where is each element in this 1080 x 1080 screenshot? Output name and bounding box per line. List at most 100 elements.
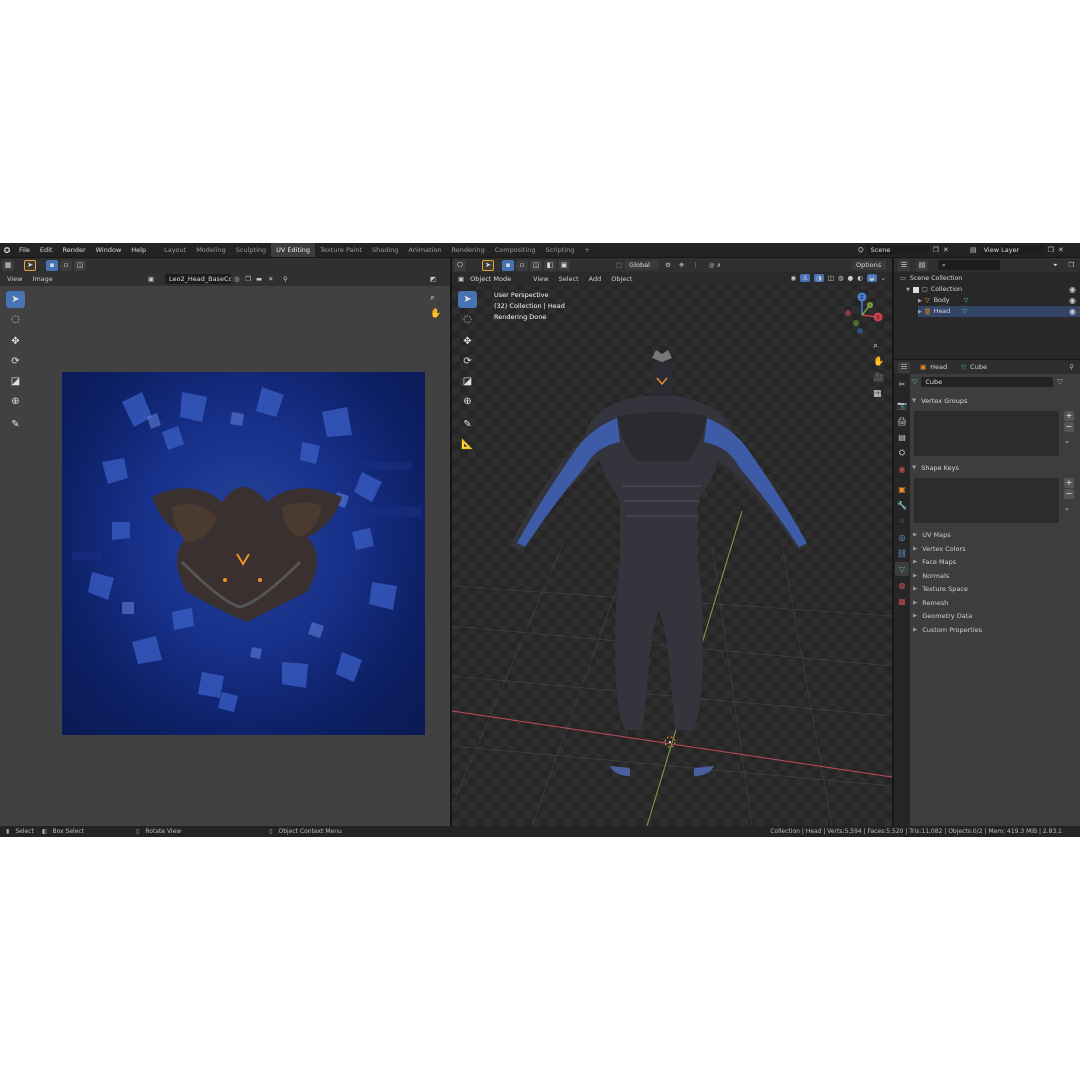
tab-modeling[interactable]: Modeling [191,243,231,257]
menu-help[interactable]: Help [126,243,151,257]
blender-logo-icon[interactable]: ✪ [0,246,14,255]
select-tool-icon[interactable]: ➤ [24,259,36,271]
delete-view-layer-icon[interactable]: ✕ [1058,246,1064,254]
world-tab-icon[interactable]: ◉ [895,462,909,476]
select-invert-icon[interactable]: ◧ [544,259,556,271]
vertex-group-add-button[interactable]: + [1064,411,1074,421]
uv-texture-image[interactable] [62,372,425,735]
display-channels-icon[interactable]: ◩ [430,275,436,283]
solid-shading-icon[interactable]: ● [848,274,854,282]
new-image-icon[interactable]: ❐ [245,275,251,283]
tab-layout[interactable]: Layout [159,243,191,257]
pan-hand-icon[interactable]: ✋ [430,309,441,319]
normals-panel[interactable]: ▶ Normals [913,569,949,582]
material-tab-icon[interactable]: ◍ [895,578,909,592]
add-workspace-button[interactable]: + [579,243,594,257]
new-view-layer-icon[interactable]: ❐ [1048,246,1054,254]
ortho-toggle-icon[interactable]: ▦ [873,389,882,399]
outliner-item-body[interactable]: ▶ ▽ Body ▽ ◉ [918,295,1080,306]
image-name-field[interactable]: Leo2_Head_BaseCol... [165,274,231,284]
tab-rendering[interactable]: Rendering [447,243,490,257]
uv-menu-image[interactable]: Image [29,272,55,286]
gizmo-toggle-icon[interactable]: ⚓ [800,274,811,282]
geometry-data-panel[interactable]: ▶ Geometry Data [913,609,972,622]
menu-render[interactable]: Render [57,243,90,257]
snap-target-icon[interactable]: ⋮ [692,261,699,269]
properties-editor-icon[interactable]: ☷ [898,361,910,373]
vertex-select-icon[interactable]: ▪ [46,259,58,271]
scale-icon[interactable]: ◪ [6,373,25,390]
wireframe-shading-icon[interactable]: ◍ [838,274,844,282]
new-collection-icon[interactable]: ❐ [1068,261,1074,269]
collection-visibility-icon[interactable]: ◉ [1069,285,1076,294]
mesh-data-tab-icon[interactable]: ▽ [895,562,909,576]
zoom-icon[interactable]: ⌕ [430,293,435,303]
cursor-tool-icon[interactable]: ➤ [6,291,25,308]
shape-keys-list[interactable] [914,478,1059,523]
select-extend-icon[interactable]: ▫ [516,259,528,271]
select-intersect-icon[interactable]: ▣ [558,259,570,271]
modifier-tab-icon[interactable]: 🔧 [895,498,909,512]
render-tab-icon[interactable]: 📷 [895,398,909,412]
editor-type-icon[interactable]: ▦ [2,259,14,271]
object-mode-dropdown[interactable]: Object Mode [466,274,524,284]
uv-maps-panel[interactable]: ▶ UV Maps [913,528,951,541]
properties-pin-icon[interactable]: ⚲ [1069,363,1074,371]
navigation-gizmo[interactable]: X Y Z [840,291,886,337]
overlay-toggle-icon[interactable]: ◑ [814,274,824,282]
outliner-scene-collection[interactable]: ▭ Scene Collection [900,273,1080,284]
shape-key-add-button[interactable]: + [1064,478,1074,488]
tab-sculpting[interactable]: Sculpting [231,243,271,257]
menu-file[interactable]: File [14,243,35,257]
material-shading-icon[interactable]: ◐ [857,274,863,282]
new-scene-icon[interactable]: ❐ [933,246,939,254]
scene-selector[interactable]: Scene [866,245,929,255]
viewport-select-tool-icon[interactable]: ➤ [482,259,494,271]
mesh-fake-user-icon[interactable]: ⛉ [1057,378,1062,387]
mesh-name-field[interactable]: Cube [921,377,1054,387]
edge-select-icon[interactable]: ▫ [60,259,72,271]
options-dropdown[interactable]: Options [852,260,886,270]
viewport-editor-type-icon[interactable]: ⎔ [454,259,466,271]
outliner-display-mode-icon[interactable]: ▤ [916,259,928,271]
move-icon[interactable]: ✥ [6,333,25,350]
face-select-icon[interactable]: ◫ [74,259,86,271]
physics-tab-icon[interactable]: ◎ [895,530,909,544]
texture-space-panel[interactable]: ▶ Texture Space [913,582,968,595]
vertex-group-remove-button[interactable]: − [1064,422,1074,432]
tool-tab-icon[interactable]: ✂ [895,377,909,391]
snap-icon[interactable]: ⎈ [679,261,684,270]
tab-scripting[interactable]: Scripting [541,243,580,257]
vertex-groups-list[interactable] [914,411,1059,456]
proportional-edit-icon[interactable]: ◎ ∧ [709,261,722,269]
texture-tab-icon[interactable]: ▦ [895,594,909,608]
remesh-panel[interactable]: ▶ Remesh [913,596,948,609]
tab-compositing[interactable]: Compositing [490,243,541,257]
image-browse-icon[interactable]: ▣ [148,275,154,283]
menu-window[interactable]: Window [91,243,127,257]
transform-orientation-dropdown[interactable]: Global [625,260,660,270]
tab-shading[interactable]: Shading [367,243,403,257]
viewport-cursor-tool-icon[interactable]: ◌ [458,311,477,328]
outliner-collection[interactable]: ▼ ▢ Collection ◉ [906,284,1080,295]
face-maps-panel[interactable]: ▶ Face Maps [913,555,956,568]
vertex-group-menu-icon[interactable]: ⌄ [1064,437,1070,445]
fake-user-icon[interactable]: ◎ [234,275,240,283]
head-visibility-icon[interactable]: ◉ [1069,307,1076,316]
rotate-icon[interactable]: ⟳ [6,353,25,370]
constraints-tab-icon[interactable]: ⛓ [895,546,909,560]
menu-edit[interactable]: Edit [35,243,58,257]
viewport-move-icon[interactable]: ✥ [458,333,477,350]
select-subtract-icon[interactable]: ◫ [530,259,542,271]
include-checkbox[interactable] [912,286,919,293]
viewport-pan-icon[interactable]: ✋ [873,357,884,367]
visibility-icon[interactable]: ◉ [791,274,797,282]
annotate-icon[interactable]: ✎ [6,416,25,433]
shading-options-icon[interactable]: ⌄ [881,274,886,282]
shape-key-menu-icon[interactable]: ⌄ [1064,504,1070,512]
circle-select-icon[interactable]: ◌ [6,311,25,328]
viewport-transform-icon[interactable]: ⊕ [458,393,477,410]
object-tab-icon[interactable]: ▣ [895,482,909,496]
viewport-zoom-icon[interactable]: ⌕ [873,341,878,351]
select-new-icon[interactable]: ▪ [502,259,514,271]
